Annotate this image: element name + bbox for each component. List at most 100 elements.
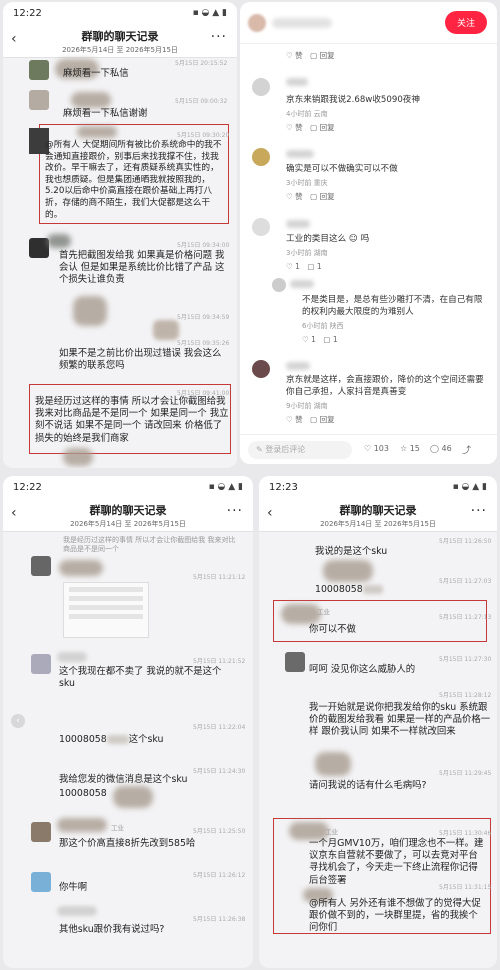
star-total: 15	[409, 444, 420, 453]
comment-text: 京东就是这样，会直接跟价，降价的这个空间还需要你自己承担，人家抖音是真善变	[286, 375, 484, 397]
avatar[interactable]	[252, 148, 270, 166]
message-text: 这个我现在都不卖了 我说的就不是这个sku	[59, 666, 222, 690]
status-time: 12:22	[13, 7, 42, 19]
avatar	[31, 654, 51, 674]
comment-meta: 4小时前 云南	[286, 110, 328, 118]
back-arrow-icon[interactable]: ‹	[11, 505, 17, 521]
avatar[interactable]	[272, 278, 286, 292]
more-options-icon[interactable]: ···	[227, 503, 243, 519]
message-text-suffix: 这个sku	[128, 734, 164, 745]
status-bar: 12:23 ▪ ◒ ▲ ▮	[259, 476, 497, 498]
timestamp: 5月15日 11:27:03	[439, 578, 492, 585]
back-arrow-icon[interactable]: ‹	[267, 505, 273, 521]
timestamp: 5月15日 11:25:50	[193, 828, 246, 835]
timestamp: 5月15日 11:21:52	[193, 658, 246, 665]
message-text: @所有人 大促期间所有被比价系统命中的我不会通知直接跟价，别事后来找我撑不住，找…	[45, 140, 222, 220]
chat-header: ‹ 群聊的聊天记录 2026年5月14日 至 2026年5月15日 ···	[259, 498, 497, 532]
sku-number: 10008058	[59, 734, 107, 745]
message-text: 我是经历过这样的事情 所以才会让你截图给我 我来对比商品是不是同一个 如果是同一…	[35, 396, 229, 444]
comment-actions[interactable]: ♡ 赞 ▢ 回复	[286, 414, 335, 425]
reply-button[interactable]: 回复	[320, 51, 335, 60]
blurred-name	[47, 234, 71, 248]
blurred-sku	[106, 735, 129, 744]
avatar[interactable]	[248, 14, 266, 32]
timestamp: 5月15日 11:21:12	[193, 574, 246, 581]
comment-actions[interactable]: ♡ 赞 ▢ 回复	[286, 122, 335, 133]
timestamp: 5月15日 09:34:00	[177, 242, 230, 249]
sender-name: 工业	[111, 824, 124, 832]
screenshot-image[interactable]	[63, 582, 149, 638]
message-text: 我一开始就是说你把我发给你的sku 系统跟价的截图发给我看 如果是一样的产品价格…	[309, 702, 491, 738]
blurred-avatar	[63, 448, 93, 466]
image-row	[69, 596, 143, 601]
blurred-username	[272, 18, 332, 28]
laugh-emoji-icon: ☺	[348, 234, 358, 244]
status-icons: ▪ ◒ ▲ ▮	[208, 482, 243, 492]
back-arrow-icon[interactable]: ‹	[11, 31, 17, 47]
comment-meta: 9小时前 湖南	[286, 402, 328, 410]
like-button[interactable]: ♡ 103	[364, 444, 389, 453]
message-text: 首先把截图发给我 如果真是价格问题 我会认 但是如果是系统比价比错了产品 这个损…	[59, 250, 225, 286]
chat-record-panel-bottom-right: 12:23 ▪ ◒ ▲ ▮ ‹ 群聊的聊天记录 2026年5月14日 至 202…	[259, 476, 497, 968]
message-text: 那这个价高直接8折先改到585哈	[59, 838, 196, 849]
image-row	[69, 605, 143, 610]
blurred-avatar	[73, 296, 107, 326]
message-text: 麻烦看一下私信谢谢	[63, 108, 148, 119]
message-text: @所有人 另外还有谁不想做了的觉得大促跟价做不到的，一块群里提，省的我挨个问你们	[309, 898, 481, 934]
status-time: 12:23	[269, 481, 298, 493]
message-text: 我给您发的微信消息是这个sku	[59, 774, 188, 785]
chat-title: 群聊的聊天记录	[89, 504, 167, 517]
blurred-username	[286, 78, 308, 86]
blurred-name	[59, 560, 103, 576]
comment-actions[interactable]: ♡ 1 ▢ 1	[302, 334, 338, 345]
avatar[interactable]	[252, 78, 270, 96]
blurred-name	[57, 906, 97, 916]
timestamp: 5月15日 09:34:59	[177, 314, 230, 321]
message-text: 你可以不做	[309, 624, 356, 635]
comment-actions[interactable]: ♡ 赞 ▢ 回复	[286, 191, 335, 202]
like-total: 103	[373, 444, 389, 453]
avatar[interactable]	[252, 218, 270, 236]
blurred-image	[323, 560, 373, 582]
avatar[interactable]	[252, 360, 270, 378]
comment-button[interactable]: ◯ 46	[430, 444, 452, 453]
status-icons: ▪ ◒ ▲ ▮	[452, 482, 487, 492]
like-count: 1	[295, 262, 300, 271]
more-options-icon[interactable]: ···	[471, 503, 487, 519]
reply-button[interactable]: 回复	[320, 192, 335, 201]
comment-input[interactable]: ✎ 登录后评论	[248, 441, 352, 459]
timestamp: 5月15日 11:26:38	[193, 916, 246, 923]
prev-arrow-icon[interactable]: ‹	[11, 714, 25, 728]
message-text: 你牛啊	[59, 882, 88, 893]
more-options-icon[interactable]: ···	[211, 29, 227, 45]
blurred-name	[57, 818, 107, 832]
timestamp: 5月15日 20:15:52	[175, 60, 228, 67]
avatar	[285, 652, 305, 672]
comment-actions[interactable]: ♡ 赞 ▢ 回复	[286, 50, 335, 61]
blurred-username	[286, 220, 310, 228]
avatar	[31, 556, 51, 576]
comment-text-content: 工业的类目这么	[286, 234, 347, 244]
comment-input-placeholder: 登录后评论	[265, 445, 306, 454]
blurred-name	[77, 126, 117, 138]
reply-button[interactable]: 回复	[320, 123, 335, 132]
timestamp: 5月15日 11:31:15	[439, 884, 492, 891]
blurred-image	[153, 320, 179, 340]
avatar	[31, 872, 51, 892]
message-text: 如果不是之前比价出现过错误 我会这么频繁的联系您吗	[59, 348, 222, 372]
message-text: 10008058	[315, 584, 383, 596]
share-icon[interactable]: ⤴	[462, 443, 471, 456]
status-bar: 12:22 ▪ ◒ ▲ ▮	[3, 476, 253, 498]
timestamp: 5月15日 11:22:04	[193, 724, 246, 731]
star-button[interactable]: ☆ 15	[400, 444, 420, 453]
chat-title: 群聊的聊天记录	[81, 30, 159, 43]
reply-count: 1	[316, 262, 322, 271]
comment-meta: 3小时前 重庆	[286, 179, 328, 187]
comment-actions[interactable]: ♡ 1 ▢ 1	[286, 261, 322, 272]
blurred-name	[57, 652, 87, 662]
follow-button[interactable]: 关注	[444, 11, 487, 34]
chat-header: ‹ 群聊的聊天记录 2026年5月14日 至 2026年5月15日 ···	[3, 498, 253, 532]
image-row	[69, 587, 143, 592]
timestamp: 5月15日 11:26:50	[439, 538, 492, 545]
reply-button[interactable]: 回复	[320, 415, 335, 424]
